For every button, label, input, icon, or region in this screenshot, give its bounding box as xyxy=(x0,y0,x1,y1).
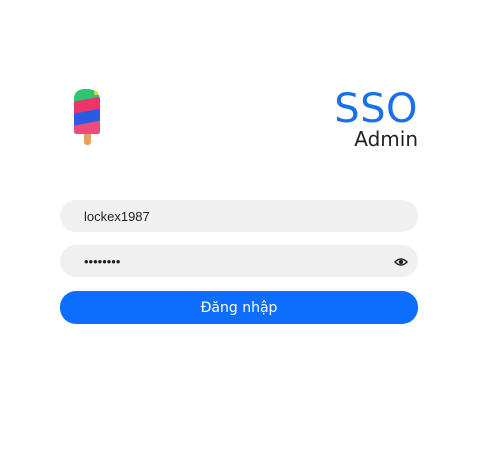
username-field xyxy=(60,200,418,232)
password-input[interactable] xyxy=(84,245,384,277)
brand-heading: SSO Admin xyxy=(334,88,418,150)
password-field xyxy=(60,245,418,277)
login-page: SSO Admin Đăng nhập xyxy=(0,0,480,457)
username-input[interactable] xyxy=(84,200,384,232)
popsicle-icon xyxy=(68,85,108,147)
login-button[interactable]: Đăng nhập xyxy=(60,291,418,324)
eye-icon[interactable] xyxy=(394,254,408,268)
brand-title: SSO xyxy=(334,86,418,132)
